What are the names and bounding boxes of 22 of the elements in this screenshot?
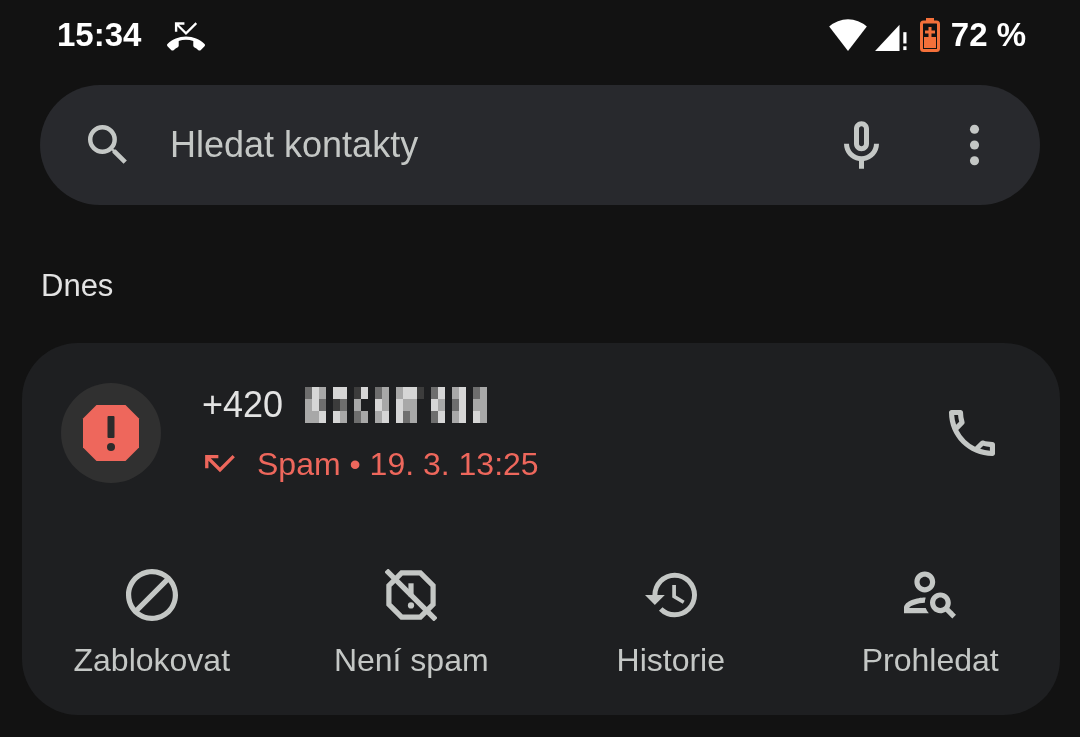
search-input[interactable]: Hledat kontakty bbox=[170, 121, 844, 169]
action-button[interactable]: Historie bbox=[541, 569, 801, 680]
crossed-octagon-icon bbox=[385, 569, 438, 621]
more-menu-icon[interactable] bbox=[969, 124, 980, 166]
call-status: Spam • 19. 3. 13:25 bbox=[257, 445, 539, 484]
phone-number: +420 bbox=[202, 383, 284, 427]
missed-call-icon bbox=[167, 19, 206, 51]
wifi-icon bbox=[828, 19, 867, 51]
search-bar[interactable]: Hledat kontakty bbox=[40, 85, 1040, 205]
phone-icon[interactable] bbox=[949, 410, 995, 456]
action-button[interactable]: Není spam bbox=[281, 569, 541, 680]
person-search-icon bbox=[904, 569, 957, 621]
block-icon bbox=[125, 569, 178, 621]
search-icon[interactable] bbox=[88, 125, 128, 165]
microphone-icon[interactable] bbox=[844, 121, 879, 169]
battery-charging-icon bbox=[919, 18, 940, 52]
battery-percent: 72 % bbox=[950, 16, 1026, 54]
action-button[interactable]: Zablokovat bbox=[22, 569, 282, 680]
section-heading: Dnes bbox=[41, 268, 114, 304]
status-time: 15:34 bbox=[57, 16, 142, 54]
action-button[interactable]: Prohledat bbox=[800, 569, 1060, 680]
missed-call-arrow-icon bbox=[205, 454, 235, 474]
